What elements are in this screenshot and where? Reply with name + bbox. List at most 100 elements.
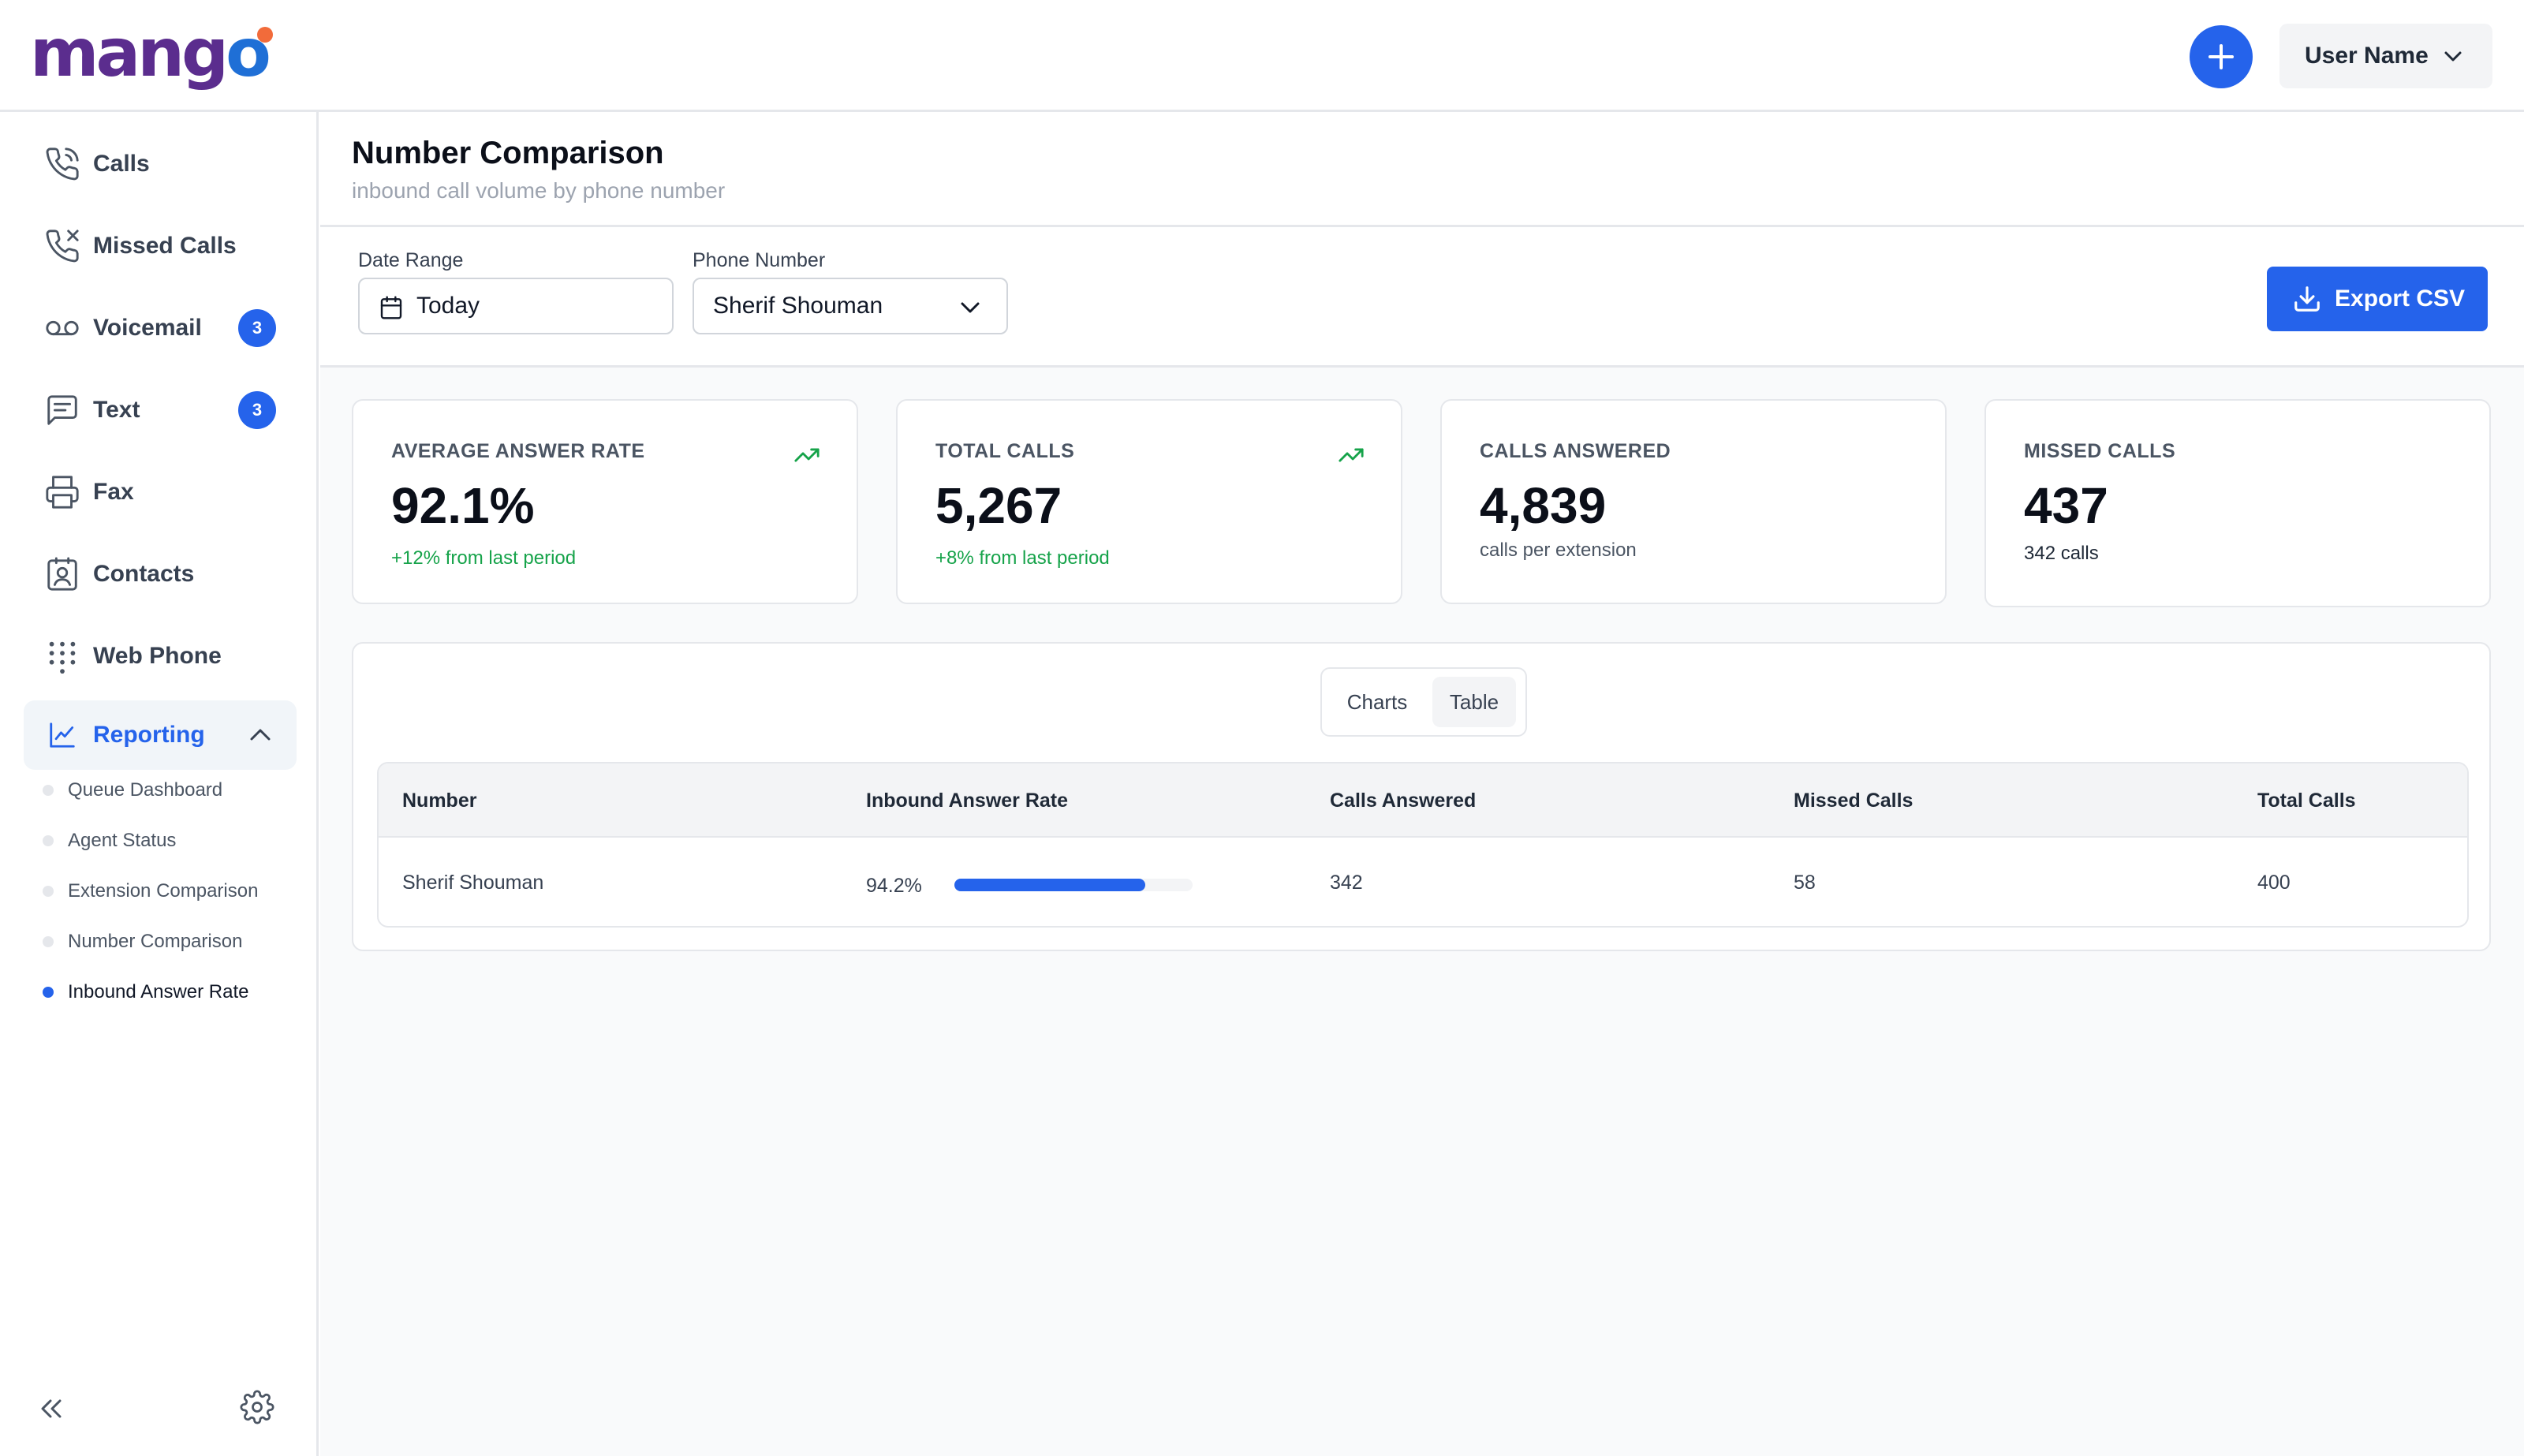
- line-chart-icon: [43, 715, 82, 755]
- cell-calls-answered: 342: [1330, 871, 1363, 894]
- main-content: Number Comparison inbound call volume by…: [320, 112, 2524, 1456]
- sidebar-item-label: Web Phone: [93, 643, 222, 669]
- voicemail-icon: [43, 308, 82, 348]
- chevron-down-icon: [961, 302, 980, 313]
- sidebar-item-label: Voicemail: [93, 315, 202, 341]
- sidebar-item-label: Reporting: [93, 722, 205, 748]
- stat-card-calls-answered: CALLS ANSWERED 4,839 calls per extension: [1440, 399, 1947, 604]
- user-name: User Name: [2305, 43, 2429, 69]
- stat-title: AVERAGE ANSWER RATE: [391, 440, 645, 462]
- phone-number-label: Phone Number: [693, 249, 826, 271]
- settings-button[interactable]: [240, 1390, 274, 1428]
- stat-value: 437: [2024, 477, 2108, 534]
- user-menu-button[interactable]: User Name: [2279, 24, 2492, 88]
- sidebar-item-label: Fax: [93, 479, 134, 505]
- chevron-down-icon: [2444, 51, 2462, 62]
- cell-number: Sherif Shouman: [402, 871, 544, 894]
- column-header-number[interactable]: Number: [402, 763, 476, 838]
- cell-answer-rate: 94.2%: [866, 874, 922, 897]
- tab-table[interactable]: Table: [1432, 677, 1516, 727]
- message-icon: [43, 390, 82, 430]
- stat-card-average-answer-rate: AVERAGE ANSWER RATE 92.1% +12% from last…: [352, 399, 858, 604]
- sidebar-item-voicemail[interactable]: Voicemail 3: [24, 293, 297, 363]
- stat-change: +8% from last period: [935, 547, 1110, 569]
- chevron-up-icon[interactable]: [246, 721, 274, 749]
- sidebar-item-contacts[interactable]: Contacts: [24, 539, 297, 609]
- calendar-icon: [380, 296, 402, 319]
- column-header-calls-answered[interactable]: Calls Answered: [1330, 763, 1476, 838]
- sidebar-subitem-number-comparison[interactable]: Number Comparison: [43, 926, 242, 958]
- trending-up-icon: [794, 448, 820, 462]
- tab-charts[interactable]: Charts: [1331, 677, 1423, 727]
- date-range-select[interactable]: Today: [358, 278, 674, 334]
- column-header-total-calls[interactable]: Total Calls: [2257, 763, 2356, 838]
- sidebar-subitem-label: Extension Comparison: [68, 880, 259, 902]
- sidebar-subitem-extension-comparison[interactable]: Extension Comparison: [43, 875, 258, 907]
- answer-rate-bar: [954, 879, 1193, 891]
- sidebar-item-missed-calls[interactable]: Missed Calls: [24, 211, 297, 281]
- date-range-label: Date Range: [358, 249, 464, 271]
- collapse-sidebar-button[interactable]: [35, 1393, 66, 1428]
- bullet-dot: [43, 987, 54, 998]
- phone-number-select[interactable]: Sherif Shouman: [693, 278, 1008, 334]
- sidebar-item-label: Contacts: [93, 561, 195, 587]
- sidebar: Calls Missed Calls Voicemail 3 Text 3 Fa…: [0, 112, 319, 1456]
- comparison-panel: Charts Table Number Inbound Answer Rate …: [352, 642, 2491, 951]
- bullet-dot: [43, 835, 54, 846]
- missed-call-icon: [43, 226, 82, 266]
- sidebar-subitem-agent-status[interactable]: Agent Status: [43, 825, 176, 857]
- date-range-value: Today: [416, 293, 480, 319]
- sidebar-item-fax[interactable]: Fax: [24, 457, 297, 527]
- stat-caption: 342 calls: [2024, 543, 2099, 564]
- sidebar-item-web-phone[interactable]: Web Phone: [24, 622, 297, 691]
- stat-card-total-calls: TOTAL CALLS 5,267 +8% from last period: [896, 399, 1402, 604]
- sidebar-subitem-label: Inbound Answer Rate: [68, 981, 249, 1002]
- contact-card-icon: [43, 554, 82, 594]
- stat-title: TOTAL CALLS: [935, 440, 1075, 462]
- stat-value: 5,267: [935, 477, 1062, 534]
- page-title: Number Comparison: [352, 136, 664, 170]
- trending-up-icon: [1339, 448, 1364, 462]
- column-header-inbound-answer-rate[interactable]: Inbound Answer Rate: [866, 763, 1068, 838]
- voicemail-count-badge: 3: [238, 309, 276, 347]
- cell-missed-calls: 58: [1794, 871, 1816, 894]
- chevrons-left-icon: [41, 1399, 62, 1418]
- sidebar-item-text[interactable]: Text 3: [24, 375, 297, 445]
- sidebar-subitem-inbound-answer-rate[interactable]: Inbound Answer Rate: [43, 976, 249, 1008]
- page-subtitle: inbound call volume by phone number: [352, 178, 726, 203]
- comparison-table: Number Inbound Answer Rate Calls Answere…: [377, 762, 2469, 928]
- stat-value: 4,839: [1480, 477, 1607, 534]
- sidebar-subitem-label: Number Comparison: [68, 931, 243, 952]
- answer-rate-bar-fill: [954, 879, 1145, 891]
- sidebar-item-label: Missed Calls: [93, 233, 237, 259]
- mango-logo[interactable]: mango: [30, 17, 273, 88]
- table-header: Number Inbound Answer Rate Calls Answere…: [379, 763, 2467, 838]
- stat-caption: calls per extension: [1480, 539, 1637, 561]
- sidebar-item-label: Calls: [93, 151, 150, 177]
- sidebar-subitem-queue-dashboard[interactable]: Queue Dashboard: [43, 775, 222, 806]
- stat-change: +12% from last period: [391, 547, 577, 569]
- printer-icon: [43, 472, 82, 512]
- sidebar-subitem-label: Queue Dashboard: [68, 779, 223, 801]
- cell-total-calls: 400: [2257, 871, 2291, 894]
- sidebar-item-label: Text: [93, 397, 140, 423]
- column-header-missed-calls[interactable]: Missed Calls: [1794, 763, 1913, 838]
- filter-bar: Date Range Today Phone Number Sherif Sho…: [320, 227, 2524, 368]
- bullet-dot: [43, 785, 54, 796]
- dialpad-icon: [43, 637, 82, 676]
- stat-value: 92.1%: [391, 477, 535, 534]
- top-bar: mango User Name: [0, 0, 2524, 112]
- sidebar-item-calls[interactable]: Calls: [24, 129, 297, 199]
- bullet-dot: [43, 936, 54, 947]
- table-row[interactable]: Sherif Shouman 94.2% 342 58 400: [379, 838, 2467, 926]
- text-count-badge: 3: [238, 391, 276, 429]
- page-header: Number Comparison inbound call volume by…: [320, 112, 2524, 227]
- phone-number-value: Sherif Shouman: [713, 293, 883, 319]
- plus-icon: [2208, 44, 2234, 69]
- sidebar-subitem-label: Agent Status: [68, 830, 177, 851]
- export-csv-button[interactable]: Export CSV: [2267, 267, 2488, 331]
- download-icon: [2294, 286, 2320, 312]
- sidebar-item-reporting[interactable]: Reporting: [24, 700, 297, 770]
- add-button[interactable]: [2190, 25, 2253, 88]
- bullet-dot: [43, 886, 54, 897]
